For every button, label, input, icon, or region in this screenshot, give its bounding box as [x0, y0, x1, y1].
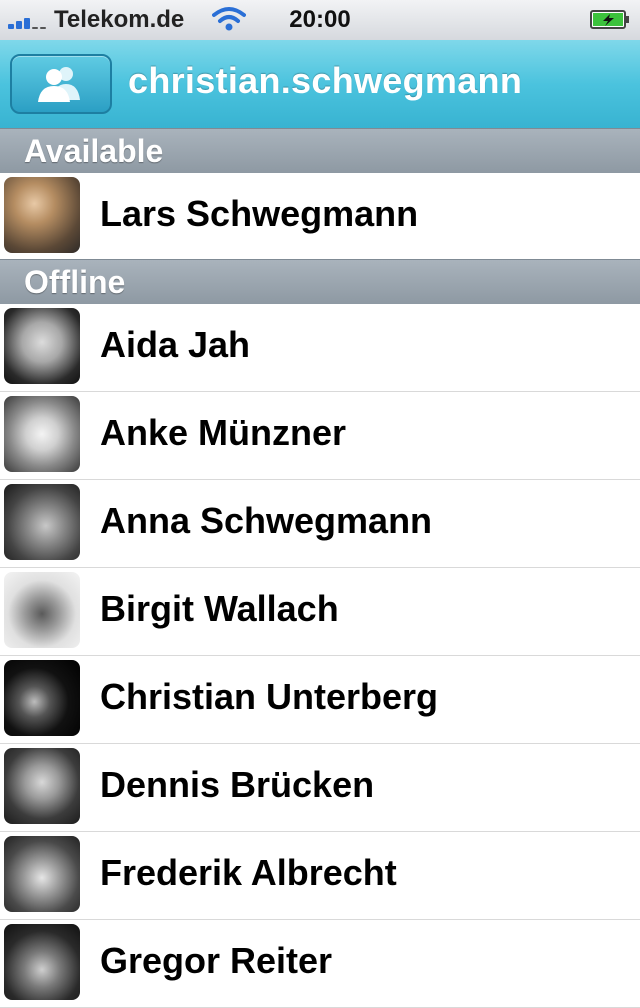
contacts-button[interactable]: [10, 54, 112, 114]
avatar: [4, 396, 80, 472]
section-label: Available: [24, 133, 164, 169]
contact-name: Birgit Wallach: [100, 588, 339, 629]
page-title: christian.schwegmann: [128, 60, 523, 101]
contact-row[interactable]: Anna Schwegmann: [0, 480, 640, 568]
contact-name: Lars Schwegmann: [100, 193, 419, 234]
contact-name: Anna Schwegmann: [100, 500, 433, 541]
navigation-bar: christian.schwegmann: [0, 40, 640, 130]
section-header-available: Available: [0, 128, 640, 174]
contact-name: Dennis Brücken: [100, 764, 375, 805]
avatar: [4, 748, 80, 824]
status-time: 20:00: [289, 6, 351, 33]
avatar: [4, 484, 80, 560]
contact-row[interactable]: Frederik Albrecht: [0, 832, 640, 920]
contact-row[interactable]: Dennis Brücken: [0, 744, 640, 832]
avatar: [4, 308, 80, 384]
contact-row[interactable]: Anke Münzner: [0, 392, 640, 480]
section-label: Offline: [24, 264, 126, 300]
contact-name: Gregor Reiter: [100, 940, 333, 981]
avatar: [4, 924, 80, 1000]
battery-charging-icon: [590, 10, 629, 29]
contact-row[interactable]: Lars Schwegmann: [0, 173, 640, 261]
avatar: [4, 660, 80, 736]
people-icon: [38, 67, 80, 102]
avatar: [4, 572, 80, 648]
contact-name: Christian Unterberg: [100, 676, 439, 717]
avatar: [4, 177, 80, 253]
section-header-offline: Offline: [0, 259, 640, 305]
contact-row[interactable]: Christian Unterberg: [0, 656, 640, 744]
contact-name: Anke Münzner: [100, 412, 347, 453]
contact-name: Aida Jah: [100, 324, 251, 365]
contact-name: Frederik Albrecht: [100, 852, 397, 893]
avatar: [4, 836, 80, 912]
contact-row[interactable]: Gregor Reiter: [0, 920, 640, 1008]
contact-row[interactable]: Aida Jah: [0, 304, 640, 392]
status-bar: Telekom.de 20:00: [0, 0, 640, 41]
contact-row[interactable]: Birgit Wallach: [0, 568, 640, 656]
